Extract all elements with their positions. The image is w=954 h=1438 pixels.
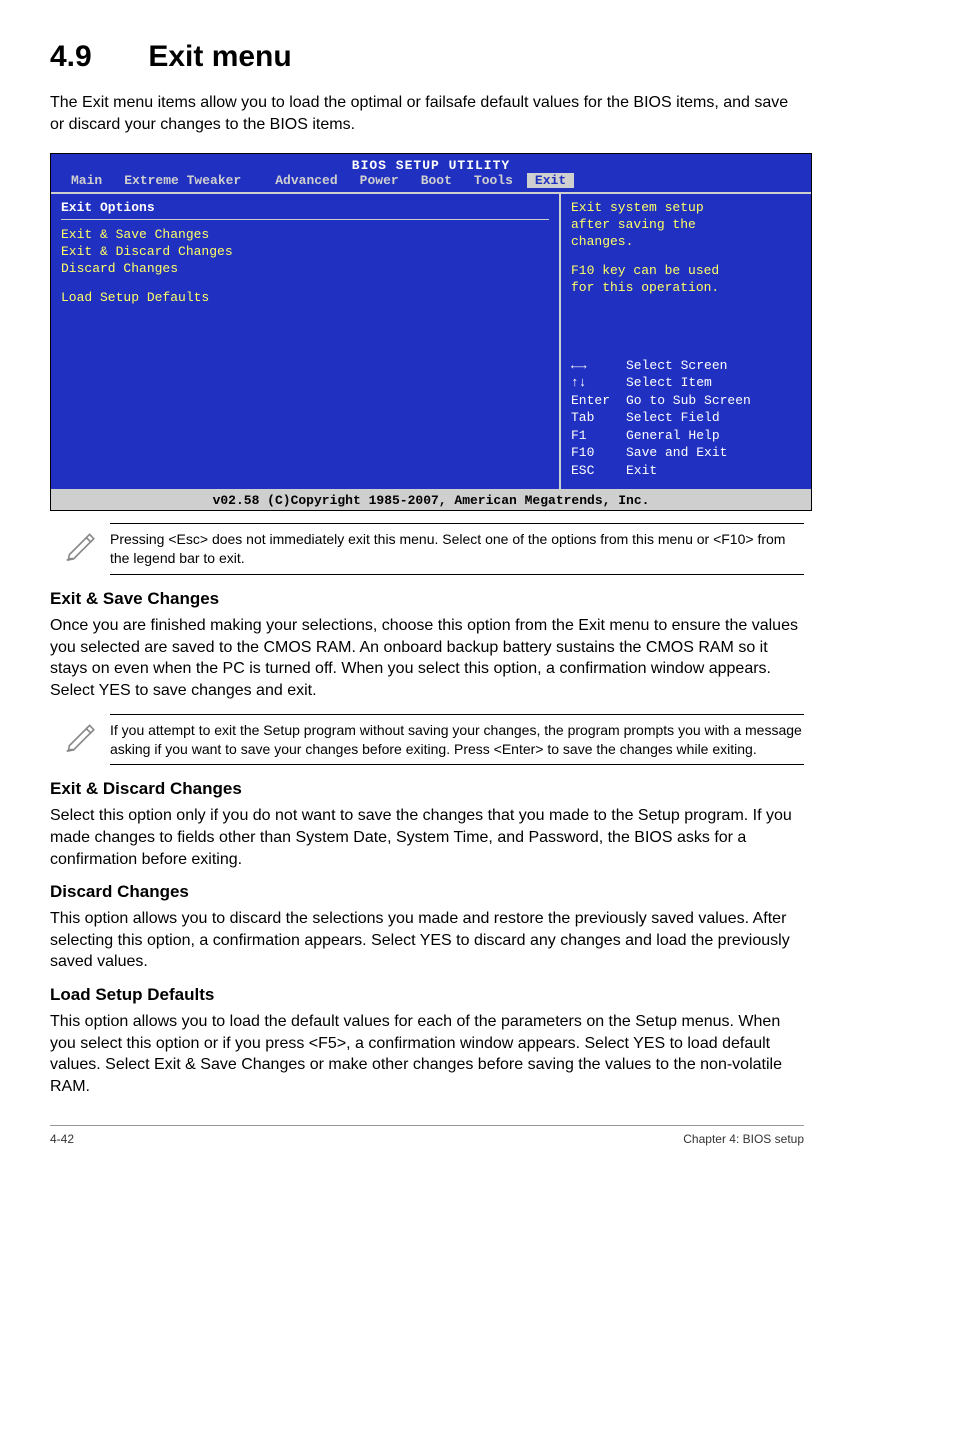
bios-screenshot: BIOS SETUP UTILITY Main Extreme Tweaker … bbox=[50, 153, 812, 511]
key-esc: ESC bbox=[571, 462, 626, 480]
bios-tab-tools[interactable]: Tools bbox=[466, 173, 521, 188]
key-tab: Tab bbox=[571, 409, 626, 427]
bios-help-line: Exit system setup bbox=[571, 200, 801, 217]
key-desc: Select Screen bbox=[626, 357, 727, 375]
bios-tab-boot[interactable]: Boot bbox=[413, 173, 460, 188]
note-text: Pressing <Esc> does not immediately exit… bbox=[110, 523, 804, 575]
note-text: If you attempt to exit the Setup program… bbox=[110, 714, 804, 766]
bios-tab-advanced[interactable]: Advanced bbox=[267, 173, 345, 188]
bios-item-discard-exit[interactable]: Exit & Discard Changes bbox=[61, 243, 549, 260]
bios-tab-tweaker[interactable]: Extreme Tweaker bbox=[116, 173, 249, 188]
pencil-icon bbox=[50, 523, 110, 566]
bios-help-line: F10 key can be used bbox=[571, 263, 801, 280]
bios-body: Exit Options Exit & Save Changes Exit & … bbox=[51, 192, 811, 491]
key-desc: General Help bbox=[626, 427, 720, 445]
key-desc: Select Field bbox=[626, 409, 720, 427]
key-f1: F1 bbox=[571, 427, 626, 445]
pencil-icon bbox=[50, 714, 110, 757]
bios-left-pane: Exit Options Exit & Save Changes Exit & … bbox=[51, 194, 561, 489]
subheading-save: Exit & Save Changes bbox=[50, 589, 804, 609]
subheading-discard: Discard Changes bbox=[50, 882, 804, 902]
bios-help-line: for this operation. bbox=[571, 280, 801, 297]
bios-help-line: after saving the bbox=[571, 217, 801, 234]
paragraph-discard: This option allows you to discard the se… bbox=[50, 908, 804, 973]
key-arrows-ud: ↑↓ bbox=[571, 374, 626, 392]
bios-tab-power[interactable]: Power bbox=[352, 173, 407, 188]
intro-paragraph: The Exit menu items allow you to load th… bbox=[50, 92, 804, 135]
note-box: If you attempt to exit the Setup program… bbox=[50, 714, 804, 766]
key-desc: Select Item bbox=[626, 374, 712, 392]
bios-key-legend: ←→Select Screen ↑↓Select Item EnterGo to… bbox=[571, 357, 801, 480]
subheading-discard-exit: Exit & Discard Changes bbox=[50, 779, 804, 799]
section-name: Exit menu bbox=[148, 40, 291, 73]
note-box: Pressing <Esc> does not immediately exit… bbox=[50, 523, 804, 575]
bios-tab-main[interactable]: Main bbox=[63, 173, 110, 188]
bios-footer: v02.58 (C)Copyright 1985-2007, American … bbox=[51, 491, 811, 510]
paragraph-discard-exit: Select this option only if you do not wa… bbox=[50, 805, 804, 870]
key-desc: Go to Sub Screen bbox=[626, 392, 751, 410]
key-desc: Save and Exit bbox=[626, 444, 727, 462]
bios-left-header: Exit Options bbox=[61, 200, 549, 215]
page-footer: 4-42 Chapter 4: BIOS setup bbox=[50, 1125, 804, 1146]
section-number: 4.9 bbox=[50, 40, 140, 74]
key-f10: F10 bbox=[571, 444, 626, 462]
bios-help-line: changes. bbox=[571, 234, 801, 251]
bios-tab-exit[interactable]: Exit bbox=[527, 173, 574, 188]
bios-item-discard[interactable]: Discard Changes bbox=[61, 260, 549, 277]
bios-tab-row: Main Extreme Tweaker Advanced Power Boot… bbox=[51, 173, 811, 192]
key-enter: Enter bbox=[571, 392, 626, 410]
page-number: 4-42 bbox=[50, 1132, 74, 1146]
key-desc: Exit bbox=[626, 462, 657, 480]
paragraph-defaults: This option allows you to load the defau… bbox=[50, 1011, 804, 1097]
chapter-label: Chapter 4: BIOS setup bbox=[683, 1132, 804, 1146]
section-title: 4.9 Exit menu bbox=[50, 40, 804, 74]
bios-help-text: Exit system setup after saving the chang… bbox=[571, 200, 801, 296]
key-arrows-lr: ←→ bbox=[571, 357, 626, 375]
bios-item-defaults[interactable]: Load Setup Defaults bbox=[61, 289, 549, 306]
subheading-defaults: Load Setup Defaults bbox=[50, 985, 804, 1005]
paragraph-save: Once you are finished making your select… bbox=[50, 615, 804, 701]
bios-item-save[interactable]: Exit & Save Changes bbox=[61, 226, 549, 243]
bios-title: BIOS SETUP UTILITY bbox=[51, 154, 811, 173]
bios-right-pane: Exit system setup after saving the chang… bbox=[561, 194, 811, 489]
